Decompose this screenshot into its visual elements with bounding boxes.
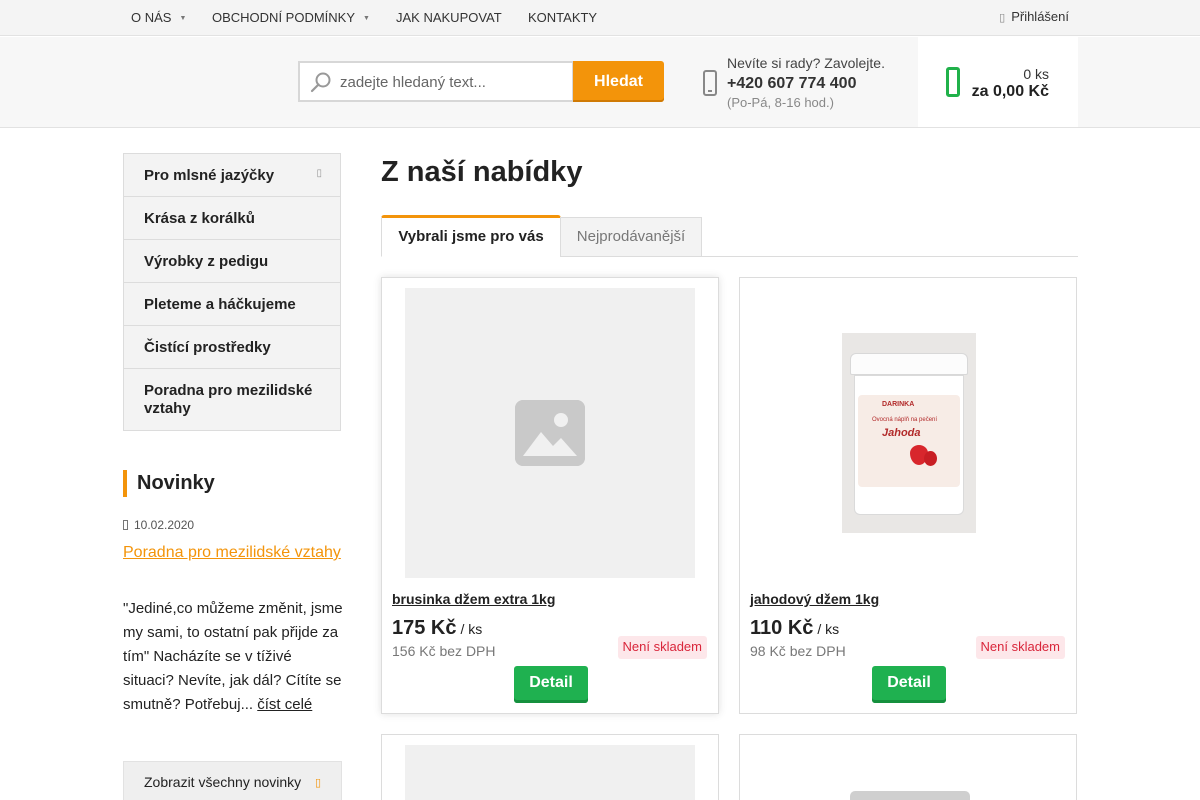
tab-vybrali-jsme[interactable]: Vybrali jsme pro vás xyxy=(381,215,561,257)
cart-icon xyxy=(946,67,960,97)
product-image[interactable] xyxy=(405,288,695,578)
tab-nejprodavanejsi[interactable]: Nejprodávanější xyxy=(560,217,702,257)
category-item-pro-mlsne-jazycky[interactable]: Pro mlsné jazýčky ▯ xyxy=(124,154,340,197)
all-news-button[interactable]: Zobrazit všechny novinky ▯ xyxy=(123,761,342,800)
product-net-price: 156 Kč bez DPH xyxy=(392,643,496,659)
detail-button[interactable]: Detail xyxy=(872,666,946,703)
strawberry-graphic xyxy=(924,451,937,466)
news-title-link[interactable]: Poradna pro mezilidské vztahy xyxy=(123,541,341,565)
product-tabs: Vybrali jsme pro vás Nejprodávanější xyxy=(381,215,1078,257)
category-item-krasa-z-koralku[interactable]: Krása z korálků xyxy=(124,197,340,240)
category-item-poradna[interactable]: Poradna pro mezilidské vztahy xyxy=(124,369,340,430)
news-heading: Novinky xyxy=(123,470,215,497)
category-label: Krása z korálků xyxy=(144,210,255,227)
product-price: 110 Kč / ks xyxy=(750,617,839,640)
category-item-pleteme-a-hackujeme[interactable]: Pleteme a háčkujeme xyxy=(124,283,340,326)
news-date-text: 10.02.2020 xyxy=(134,518,195,532)
product-image[interactable]: DARINKA Ovocná náplň na pečení Jahoda xyxy=(842,333,976,533)
bucket-subtitle: Ovocná náplň na pečení xyxy=(872,417,938,423)
login-link[interactable]: ▯ Přihlášení xyxy=(999,9,1069,24)
search-button[interactable]: Hledat xyxy=(573,61,664,102)
search-icon xyxy=(310,72,331,93)
product-name-link[interactable]: jahodový džem 1kg xyxy=(750,591,879,607)
top-navigation: O nás ▼ Obchodní podmínky ▼ Jak nakupovat … xyxy=(0,0,1200,36)
product-name-link[interactable]: brusinka džem extra 1kg xyxy=(392,591,555,607)
price-unit: / ks xyxy=(460,621,483,637)
search-form: Hledat xyxy=(298,61,664,102)
news-date: 10.02.2020 xyxy=(123,518,194,532)
nav-item-obchodni-podminky[interactable]: Obchodní podmínky ▼ xyxy=(212,10,370,25)
nav-item-o-nas[interactable]: O nás ▼ xyxy=(131,10,186,25)
user-icon: ▯ xyxy=(999,12,1006,24)
detail-button[interactable]: Detail xyxy=(514,666,588,703)
chevron-right-icon: ▯ xyxy=(316,168,322,179)
chevron-down-icon: ▼ xyxy=(179,15,187,22)
bucket-label xyxy=(858,395,960,487)
product-image[interactable] xyxy=(850,791,970,800)
chevron-right-icon: ▯ xyxy=(314,777,321,789)
contact-phone[interactable]: +420 607 774 400 xyxy=(727,75,856,93)
cart-count: 0 ks xyxy=(1023,66,1049,82)
product-image[interactable] xyxy=(405,745,695,800)
stock-badge: Není skladem xyxy=(617,636,707,659)
chevron-down-icon: ▼ xyxy=(363,15,370,22)
nav-item-kontakty[interactable]: Kontakty xyxy=(528,10,597,25)
cart-total: za 0,00 Kč xyxy=(971,83,1049,100)
nav-item-label: Jak nakupovat xyxy=(396,10,502,25)
bucket-flavor: Jahoda xyxy=(882,427,921,439)
category-menu: Pro mlsné jazýčky ▯ Krása z korálků Výro… xyxy=(123,153,341,431)
news-excerpt: "Jediné,co můžeme změnit, jsme my sami, … xyxy=(123,597,345,717)
category-label: Pleteme a háčkujeme xyxy=(144,296,296,313)
placeholder-image-icon xyxy=(515,400,585,466)
product-net-price: 98 Kč bez DPH xyxy=(750,643,846,659)
search-input[interactable] xyxy=(340,70,566,94)
price-value: 175 Kč xyxy=(392,617,457,639)
contact-hours: (Po-Pá, 8-16 hod.) xyxy=(727,95,834,110)
category-label: Pro mlsné jazýčky xyxy=(144,167,275,184)
bucket-brand: DARINKA xyxy=(882,401,915,408)
product-card[interactable]: brusinka džem extra 1kg 175 Kč / ks 156 K… xyxy=(381,277,719,714)
product-card[interactable] xyxy=(381,734,719,800)
price-value: 110 Kč xyxy=(750,617,814,639)
calendar-icon xyxy=(123,520,128,530)
contact-question: Nevíte si rady? Zavolejte. xyxy=(727,55,885,71)
category-label: Výrobky z pedigu xyxy=(144,253,269,270)
page-title: Z naší nabídky xyxy=(381,156,583,188)
all-news-label: Zobrazit všechny novinky xyxy=(144,774,302,790)
product-card[interactable]: DARINKA Ovocná náplň na pečení Jahoda ja… xyxy=(739,277,1077,714)
phone-icon xyxy=(703,70,717,96)
category-item-vyrobky-z-pedigu[interactable]: Výrobky z pedigu xyxy=(124,240,340,283)
price-unit: / ks xyxy=(817,621,840,637)
cart-widget[interactable]: 0 ks za 0,00 Kč xyxy=(918,37,1078,127)
product-price: 175 Kč / ks xyxy=(392,617,482,640)
category-item-cistici-prostredky[interactable]: Čistící prostředky xyxy=(124,326,340,369)
nav-item-label: Kontakty xyxy=(528,10,598,25)
bucket-lid xyxy=(850,353,968,375)
search-box xyxy=(298,61,574,102)
product-card[interactable] xyxy=(739,734,1077,800)
nav-item-label: Obchodní podmínky xyxy=(212,10,356,25)
read-more-link[interactable]: číst celé xyxy=(257,696,312,713)
category-label: Poradna pro mezilidské vztahy xyxy=(144,382,313,417)
nav-item-label: O nás xyxy=(131,10,172,25)
header: Hledat Nevíte si rady? Zavolejte. +420 6… xyxy=(0,37,1200,128)
stock-badge: Není skladem xyxy=(975,636,1065,659)
category-label: Čistící prostředky xyxy=(144,339,271,356)
login-label: Přihlášení xyxy=(1011,9,1069,24)
nav-item-jak-nakupovat[interactable]: Jak nakupovat xyxy=(396,10,502,25)
